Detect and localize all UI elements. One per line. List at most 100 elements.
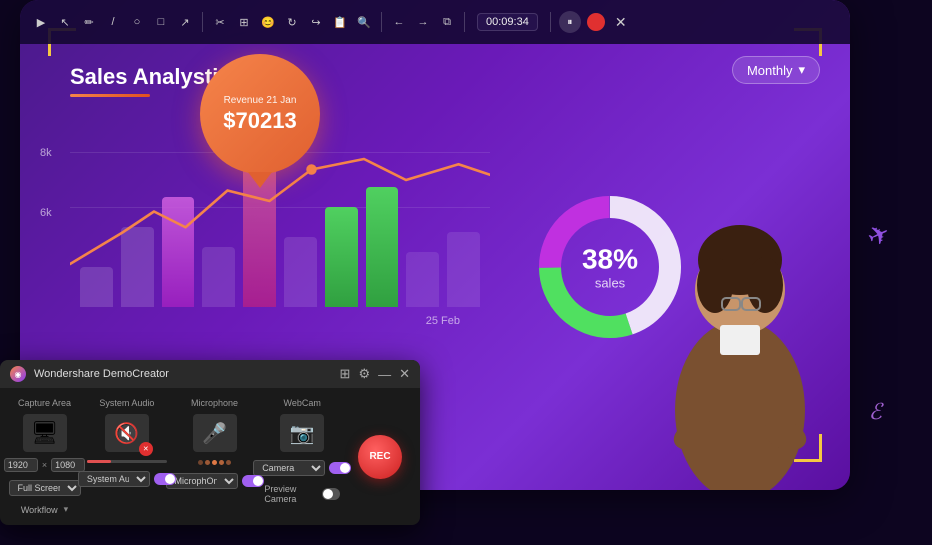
bar-10 (447, 232, 480, 307)
toolbar-rotate-icon[interactable]: ↻ (283, 13, 301, 31)
revenue-label: Revenue 21 Jan (224, 95, 297, 106)
workflow-arrow: ▾ (64, 504, 69, 515)
preview-toggle[interactable] (322, 488, 340, 500)
mic-select-row: MicrophOn... (166, 473, 264, 489)
capture-section: Capture Area 🖥 × Full Screen Workflow ▾ (12, 398, 77, 515)
audio-toggle[interactable] (154, 473, 176, 485)
rec-button[interactable]: REC (358, 435, 402, 479)
webcam-label: WebCam (284, 398, 321, 408)
toolbar-zoom-icon[interactable]: 🔍 (355, 13, 373, 31)
bar-5 (243, 167, 276, 307)
toolbar-arrow-icon[interactable]: ↗ (176, 13, 194, 31)
toolbar-sep-2 (381, 12, 382, 32)
monthly-dropdown[interactable]: Monthly ▾ (732, 56, 820, 84)
resolution-inputs: × (4, 458, 85, 472)
preview-label: Preview Camera (264, 484, 318, 504)
toolbar-sep-3 (464, 12, 465, 32)
width-input[interactable] (4, 458, 38, 472)
resolution-x: × (42, 460, 47, 470)
dropdown-chevron-icon: ▾ (798, 62, 805, 78)
toolbar-rec-indicator (587, 13, 605, 31)
y-axis-6k: 6k (40, 207, 52, 219)
preview-row: Preview Camera (264, 484, 340, 504)
democreator-body: Capture Area 🖥 × Full Screen Workflow ▾ (0, 388, 420, 525)
donut-center: 38% sales (582, 244, 638, 291)
toolbar-sep-1 (202, 12, 203, 32)
toolbar-clipboard-icon[interactable]: 📋 (331, 13, 349, 31)
monthly-label: Monthly (747, 63, 793, 78)
bar-4 (202, 247, 235, 307)
audio-volume-bar (87, 460, 167, 463)
democreator-titlebar: ◉ Wondershare DemoCreator ⊞ ⚙ — ✕ (0, 360, 420, 388)
bar-6 (284, 237, 317, 307)
webcam-section: WebCam 📷 Camera Preview Camera (264, 398, 340, 515)
workflow-row: Workflow ▾ (21, 504, 68, 515)
toolbar-pause-button[interactable]: ⏸ (559, 11, 581, 33)
mute-badge: ✕ (139, 442, 153, 456)
donut-percent: 38% (582, 244, 638, 276)
rec-wrapper: REC (352, 398, 408, 515)
democreator-title: Wondershare DemoCreator (34, 368, 332, 380)
toolbar-pen-icon[interactable]: ✏ (80, 13, 98, 31)
camera-toggle[interactable] (329, 462, 351, 474)
camera-device-select[interactable]: Camera (253, 460, 325, 476)
bar-8 (366, 187, 399, 307)
bar-1 (80, 267, 113, 307)
restore-button[interactable]: ⊞ (340, 366, 351, 382)
mic-toggle[interactable] (242, 475, 264, 487)
mic-dot-1 (198, 460, 203, 465)
webcam-icon: 📷 (280, 414, 324, 452)
mic-dot-4 (219, 460, 224, 465)
toolbar-line-icon[interactable]: / (104, 13, 122, 31)
audio-label: System Audio (99, 398, 154, 408)
person-svg (640, 170, 840, 490)
bar-7 (325, 207, 358, 307)
audio-section: System Audio 🔇 ✕ System Au... (89, 398, 165, 515)
bar-9 (406, 252, 439, 307)
toolbar-rect-icon[interactable]: □ (152, 13, 170, 31)
mic-dot-2 (205, 460, 210, 465)
toolbar-forward-icon[interactable]: ↪ (307, 13, 325, 31)
toolbar-sep-4 (550, 12, 551, 32)
audio-volume-fill (87, 460, 111, 463)
toolbar-timer: 00:09:34 (477, 13, 538, 31)
mic-icon: 🎤 (193, 414, 237, 452)
toolbar-emoji-icon[interactable]: 😊 (259, 13, 277, 31)
toolbar-circle-icon[interactable]: ○ (128, 13, 146, 31)
toolbar-cursor-icon[interactable]: ↖ (56, 13, 74, 31)
capture-device-icon[interactable]: 🖥 (23, 414, 67, 452)
screen-mode-row: Full Screen (9, 480, 81, 496)
bar-3 (162, 197, 195, 307)
toolbar-redo-icon[interactable]: → (414, 13, 432, 31)
minimize-button[interactable]: — (378, 367, 391, 382)
toolbar-close-button[interactable]: ✕ (615, 14, 627, 31)
mic-dot-3 (212, 460, 217, 465)
capture-label: Capture Area (18, 398, 71, 408)
toolbar-undo-icon[interactable]: ← (390, 13, 408, 31)
democreator-panel: ◉ Wondershare DemoCreator ⊞ ⚙ — ✕ Captur… (0, 360, 420, 525)
democreator-app-icon: ◉ (10, 366, 26, 382)
mic-level-indicator (198, 460, 231, 465)
close-button[interactable]: ✕ (399, 366, 410, 382)
mic-device-select[interactable]: MicrophOn... (166, 473, 238, 489)
screen-mode-select[interactable]: Full Screen (9, 480, 81, 496)
title-underline (70, 94, 150, 97)
camera-select-row: Camera (253, 460, 351, 476)
spiral-decoration: ℰ (869, 399, 882, 425)
right-panel: Monthly ▾ 38% (510, 44, 850, 490)
height-input[interactable] (51, 458, 85, 472)
person-illustration (640, 170, 840, 490)
audio-device-select[interactable]: System Au... (78, 471, 150, 487)
workflow-label: Workflow (21, 505, 58, 515)
settings-button[interactable]: ⚙ (358, 366, 370, 382)
revenue-bubble: Revenue 21 Jan $70213 (200, 54, 320, 174)
toolbar-copy-icon[interactable]: ⧉ (438, 13, 456, 31)
mic-label: Microphone (191, 398, 238, 408)
mic-dot-5 (226, 460, 231, 465)
mic-section: Microphone 🎤 MicrophOn... (177, 398, 253, 515)
toolbar-grid-icon[interactable]: ⊞ (235, 13, 253, 31)
toolbar-play-icon[interactable]: ▶ (32, 13, 50, 31)
toolbar: ▶ ↖ ✏ / ○ □ ↗ ✂ ⊞ 😊 ↻ ↪ 📋 🔍 ← → ⧉ 00:09:… (20, 0, 850, 44)
toolbar-cut-icon[interactable]: ✂ (211, 13, 229, 31)
revenue-amount: $70213 (223, 108, 296, 134)
